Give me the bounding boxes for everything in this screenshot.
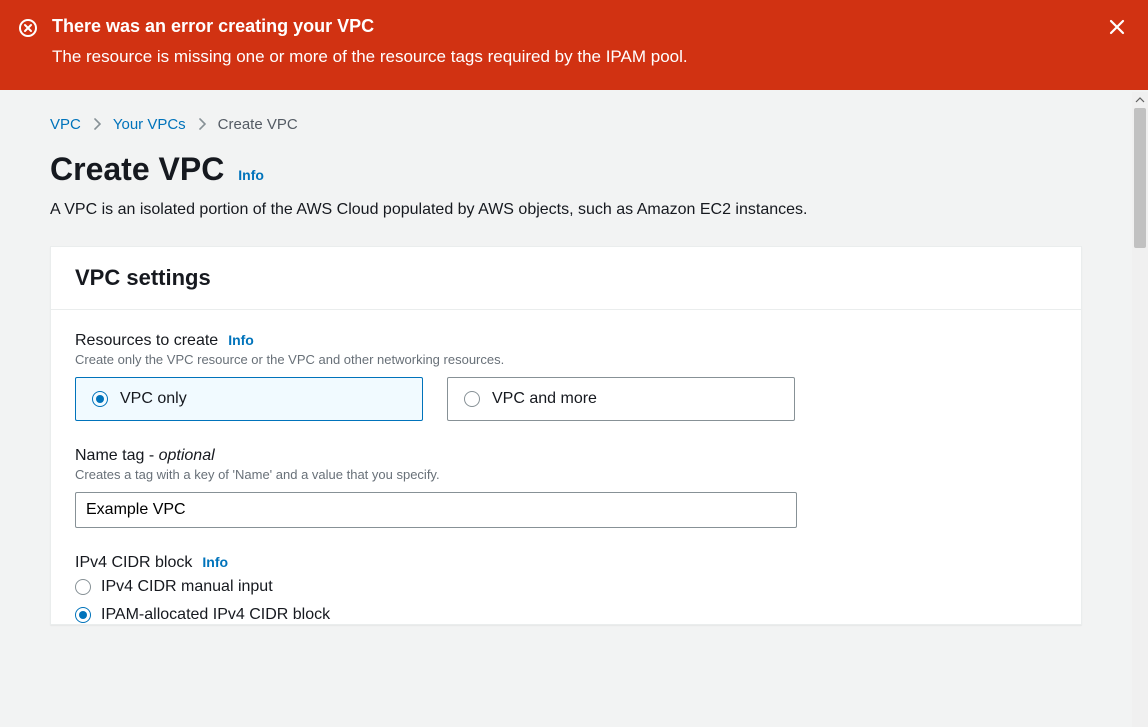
scrollbar[interactable] — [1132, 92, 1148, 727]
page-title-text: Create VPC — [50, 151, 224, 188]
page-title: Create VPC Info — [50, 151, 1082, 188]
error-banner: There was an error creating your VPC The… — [0, 0, 1148, 90]
name-tag-input[interactable] — [75, 492, 797, 528]
radio-label: IPAM-allocated IPv4 CIDR block — [101, 606, 330, 624]
name-tag-label: Name tag - optional — [75, 447, 1057, 465]
resources-to-create-options: VPC only VPC and more — [75, 377, 1057, 421]
page-description: A VPC is an isolated portion of the AWS … — [50, 198, 1082, 222]
vpc-settings-panel: VPC settings Resources to create Info Cr… — [50, 246, 1082, 625]
error-text: There was an error creating your VPC The… — [52, 14, 1088, 70]
breadcrumb-link-vpc[interactable]: VPC — [50, 116, 81, 133]
error-description: The resource is missing one or more of t… — [52, 43, 1088, 70]
radio-icon — [92, 391, 108, 407]
info-link[interactable]: Info — [228, 332, 254, 348]
panel-body: Resources to create Info Create only the… — [51, 310, 1081, 624]
resources-to-create-label: Resources to create Info — [75, 332, 1057, 350]
info-link[interactable]: Info — [238, 167, 264, 183]
tile-vpc-only[interactable]: VPC only — [75, 377, 423, 421]
breadcrumb: VPC Your VPCs Create VPC — [50, 116, 1082, 133]
ipv4-cidr-options: IPv4 CIDR manual input IPAM-allocated IP… — [75, 578, 1057, 624]
chevron-right-icon — [93, 117, 101, 133]
error-icon — [18, 18, 38, 38]
scrollbar-thumb[interactable] — [1134, 108, 1146, 248]
radio-ipam-allocated[interactable]: IPAM-allocated IPv4 CIDR block — [75, 606, 1057, 624]
ipv4-cidr-label: IPv4 CIDR block Info — [75, 554, 1057, 572]
chevron-right-icon — [198, 117, 206, 133]
radio-label: IPv4 CIDR manual input — [101, 578, 273, 596]
tile-label: VPC and more — [492, 390, 597, 408]
breadcrumb-current: Create VPC — [218, 116, 298, 133]
page-content: VPC Your VPCs Create VPC Create VPC Info… — [0, 92, 1132, 727]
close-icon[interactable] — [1104, 14, 1130, 40]
name-tag-hint: Creates a tag with a key of 'Name' and a… — [75, 467, 1057, 482]
radio-manual-input[interactable]: IPv4 CIDR manual input — [75, 578, 1057, 596]
tile-label: VPC only — [120, 390, 187, 408]
resources-to-create-hint: Create only the VPC resource or the VPC … — [75, 352, 1057, 367]
panel-header: VPC settings — [51, 247, 1081, 310]
tile-vpc-and-more[interactable]: VPC and more — [447, 377, 795, 421]
radio-icon — [75, 579, 91, 595]
error-title: There was an error creating your VPC — [52, 14, 1088, 39]
radio-icon — [464, 391, 480, 407]
radio-icon — [75, 607, 91, 623]
breadcrumb-link-your-vpcs[interactable]: Your VPCs — [113, 116, 186, 133]
scrollbar-up-arrow[interactable] — [1132, 92, 1148, 108]
panel-title: VPC settings — [75, 265, 1057, 291]
info-link[interactable]: Info — [202, 554, 228, 570]
